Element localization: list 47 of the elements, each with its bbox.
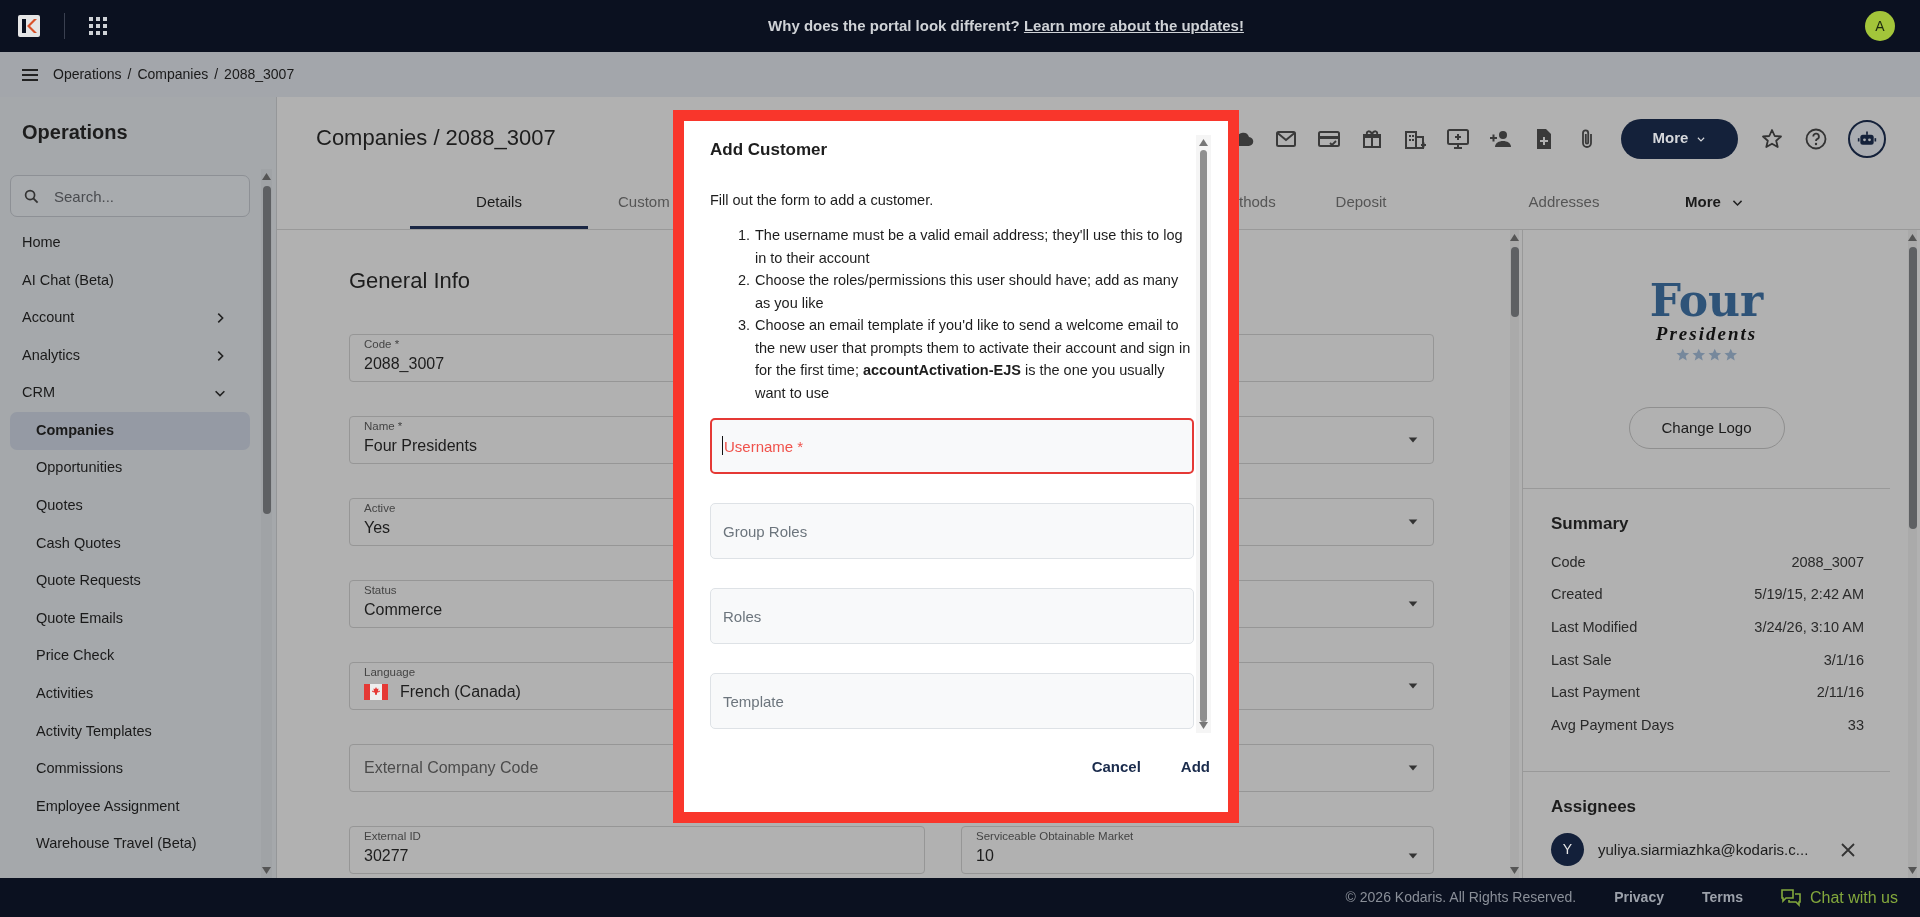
section-title: General Info	[349, 268, 471, 295]
instruction-text: Choose the roles/permissions this user should have; add as many as you like	[755, 271, 1180, 313]
assignee-email: yuliya.siarmiazhka@kodaris.c...	[1598, 839, 1809, 860]
summary-label: Last Sale	[1551, 650, 1612, 670]
sidebar-title: Operations	[21, 120, 129, 145]
field-placeholder: External Company Code	[364, 758, 539, 778]
field-label: Active	[364, 501, 396, 515]
step-number: 1.	[736, 226, 751, 246]
summary-label: Code	[1551, 552, 1586, 572]
section-title: Summary	[1551, 514, 1630, 535]
field-value: 30277	[364, 846, 409, 866]
summary-label: Last Payment	[1551, 683, 1640, 703]
field-label: Name *	[364, 419, 403, 433]
summary-value: 2088_3007	[1791, 552, 1864, 572]
field-label: Status	[364, 583, 397, 597]
page-title: Companies / 2088_3007	[316, 125, 556, 152]
summary-value: 2/11/16	[1816, 683, 1864, 703]
summary-value: 3/24/26, 3:10 AM	[1754, 618, 1864, 637]
logo-title: Four	[1649, 278, 1764, 324]
field-label: Code *	[364, 337, 400, 351]
logo-subtitle: Presidents	[1655, 324, 1758, 344]
summary-label: Last Modified	[1551, 618, 1638, 637]
breadcrumb-separator: /	[127, 65, 132, 84]
step-number: 2.	[736, 271, 751, 291]
summary-label: Created	[1551, 585, 1603, 605]
field-value: Commerce	[364, 600, 443, 620]
announcement-text: Why does the portal look different? Learn more about the updates!	[768, 16, 1244, 34]
copyright-text: © 2026 Kodaris. All Rights Reserved.	[1345, 888, 1577, 907]
field-value: Yes	[364, 518, 391, 538]
field-value: French (Canada)	[400, 682, 521, 702]
field-label: External ID	[364, 829, 421, 843]
summary-label: Avg Payment Days	[1551, 715, 1675, 735]
field-value: 10	[976, 846, 994, 866]
avatar: Y	[1551, 833, 1584, 867]
summary-value: 5/19/15, 2:42 AM	[1754, 585, 1864, 605]
field-label: Serviceable Obtainable Market	[976, 829, 1134, 843]
dialog-title: Add Customer	[710, 139, 829, 161]
field-label: Language	[364, 665, 416, 679]
intro-text: Fill out the form to add a customer.	[710, 191, 935, 211]
summary-value: 3/1/16	[1823, 650, 1864, 670]
summary-value: 33	[1847, 715, 1864, 735]
step-number: 3.	[736, 316, 751, 336]
field-value: 2088_3007	[364, 354, 445, 374]
breadcrumb-separator: /	[214, 65, 219, 84]
field-value: Four Presidents	[364, 436, 477, 456]
instruction-text: The username must be a valid email address; they'll use this to log in to their account	[755, 226, 1184, 268]
section-title: Assignees	[1551, 797, 1638, 818]
